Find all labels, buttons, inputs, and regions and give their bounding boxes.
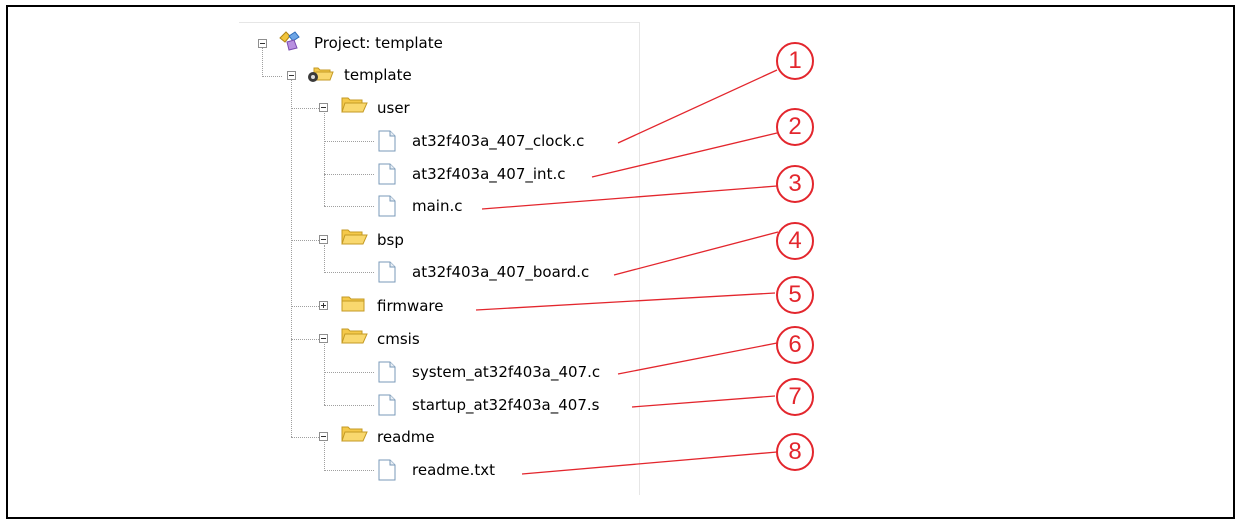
callout-badge-8: 8 bbox=[776, 433, 814, 471]
callout-badge-7: 7 bbox=[776, 378, 814, 416]
callout-badge-6: 6 bbox=[776, 326, 814, 364]
leader-line-7 bbox=[631, 395, 776, 408]
callout-badge-2: 2 bbox=[776, 108, 814, 146]
leader-line-3 bbox=[481, 185, 778, 210]
leader-line-5 bbox=[475, 292, 776, 311]
leader-line-1 bbox=[617, 69, 778, 144]
leader-line-8 bbox=[521, 451, 778, 475]
callout-leader-lines bbox=[475, 69, 779, 475]
leader-line-6 bbox=[617, 342, 778, 375]
callout-badge-3: 3 bbox=[776, 165, 814, 203]
leader-line-4 bbox=[613, 231, 779, 276]
callout-badge-4: 4 bbox=[776, 222, 814, 260]
leader-line-2 bbox=[591, 132, 778, 178]
callout-badge-1: 1 bbox=[776, 42, 814, 80]
callout-badge-5: 5 bbox=[776, 276, 814, 314]
